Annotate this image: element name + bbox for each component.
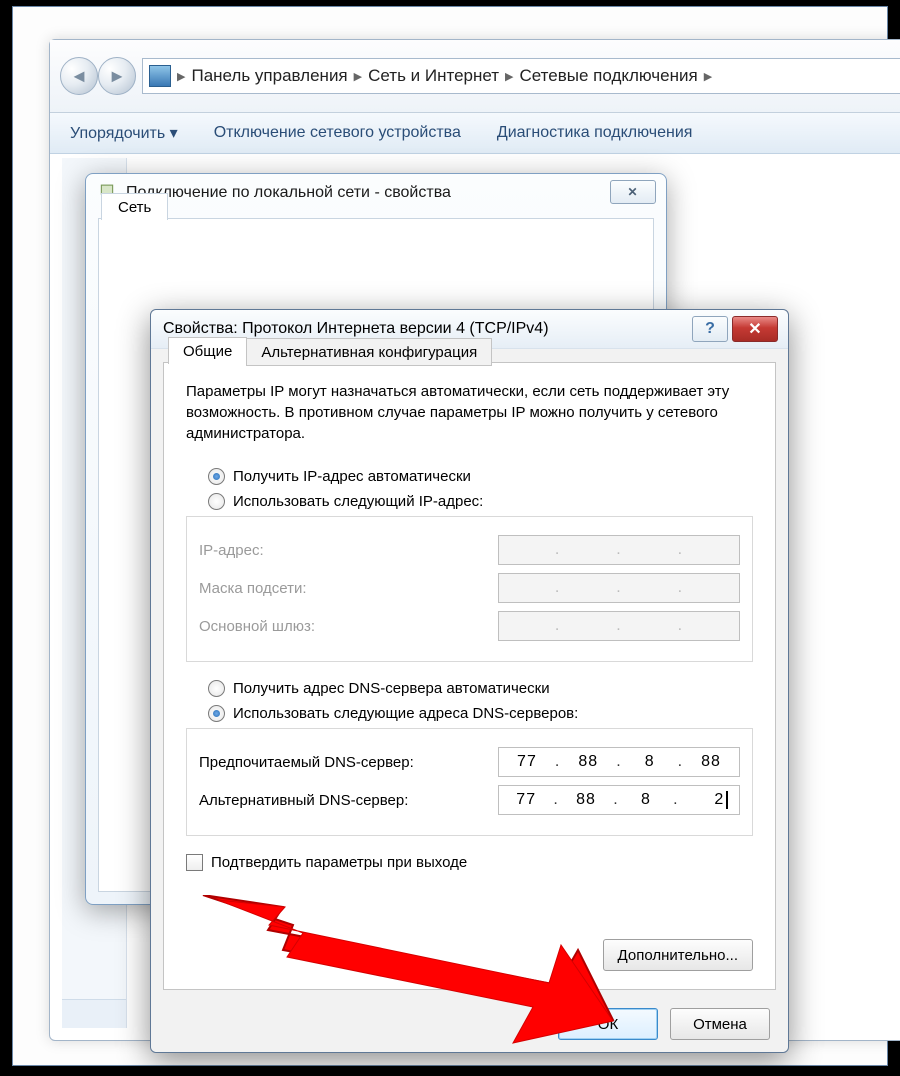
ip-address-input: . . .: [498, 535, 740, 565]
field-label: Основной шлюз:: [199, 618, 498, 635]
chevron-right-icon: ▶: [177, 70, 185, 83]
ipv4-content: Параметры IP могут назначаться автоматич…: [164, 363, 775, 881]
button-label: ОК: [598, 1016, 618, 1033]
preferred-dns-input[interactable]: 77. 88. 8. 88: [498, 747, 740, 777]
field-label: Маска подсети:: [199, 580, 498, 597]
ipv4-title: Свойства: Протокол Интернета версии 4 (T…: [163, 320, 549, 338]
close-button[interactable]: ✕: [732, 316, 778, 342]
checkbox-icon: [186, 854, 203, 871]
field-label: Предпочитаемый DNS-сервер:: [199, 754, 498, 771]
nav-buttons: ◄ ►: [60, 57, 136, 95]
checkbox-label: Подтвердить параметры при выходе: [211, 854, 467, 871]
help-icon: ?: [705, 320, 715, 338]
subnet-mask-input: . . .: [498, 573, 740, 603]
advanced-button[interactable]: Дополнительно...: [603, 939, 753, 971]
chevron-right-icon: ▶: [505, 70, 513, 83]
breadcrumb-bar[interactable]: ▶ Панель управления ▶ Сеть и Интернет ▶ …: [142, 58, 900, 94]
ipv4-footer: ОК Отмена: [151, 996, 788, 1052]
radio-ip-auto[interactable]: Получить IP-адрес автоматически: [208, 468, 753, 485]
checkbox-validate-on-exit[interactable]: Подтвердить параметры при выходе: [186, 854, 753, 871]
dialog-titlebar: Подключение по локальной сети - свойства…: [86, 174, 666, 212]
chevron-right-icon: ▶: [704, 70, 712, 83]
field-alternate-dns: Альтернативный DNS-сервер: 77. 88. 8. 2: [199, 785, 740, 815]
toolbar-diagnose[interactable]: Диагностика подключения: [497, 124, 693, 142]
radio-icon: [208, 468, 225, 485]
field-preferred-dns: Предпочитаемый DNS-сервер: 77. 88. 8. 88: [199, 747, 740, 777]
alternate-dns-input[interactable]: 77. 88. 8. 2: [498, 785, 740, 815]
radio-label: Получить адрес DNS-сервера автоматически: [233, 680, 550, 697]
button-label: Дополнительно...: [618, 947, 738, 964]
ipv4-tab-panel: Общие Альтернативная конфигурация Параме…: [163, 362, 776, 990]
explorer-addressbar: ◄ ► ▶ Панель управления ▶ Сеть и Интерне…: [50, 40, 900, 113]
back-button[interactable]: ◄: [60, 57, 98, 95]
radio-icon: [208, 680, 225, 697]
tab-alternate-config[interactable]: Альтернативная конфигурация: [246, 338, 492, 366]
crumb-control-panel[interactable]: Панель управления: [191, 66, 347, 86]
control-panel-icon: [149, 65, 171, 87]
radio-label: Использовать следующий IP-адрес:: [233, 493, 483, 510]
field-gateway: Основной шлюз: . . .: [199, 611, 740, 641]
forward-button[interactable]: ►: [98, 57, 136, 95]
close-button[interactable]: ✕: [610, 180, 656, 204]
dns-group: Предпочитаемый DNS-сервер: 77. 88. 8. 88…: [186, 728, 753, 836]
crumb-network-internet[interactable]: Сеть и Интернет: [368, 66, 499, 86]
tab-general[interactable]: Общие: [168, 337, 247, 364]
radio-dns-manual[interactable]: Использовать следующие адреса DNS-сервер…: [208, 705, 753, 722]
sidebar-footer: [62, 999, 126, 1028]
close-icon: ✕: [748, 319, 761, 339]
radio-label: Получить IP-адрес автоматически: [233, 468, 471, 485]
toolbar-organize[interactable]: Упорядочить ▾: [70, 123, 178, 143]
explorer-toolbar: Упорядочить ▾ Отключение сетевого устрой…: [50, 113, 900, 154]
field-label: Альтернативный DNS-сервер:: [199, 792, 498, 809]
radio-label: Использовать следующие адреса DNS-сервер…: [233, 705, 578, 722]
field-label: IP-адрес:: [199, 542, 498, 559]
gateway-input: . . .: [498, 611, 740, 641]
cancel-button[interactable]: Отмена: [670, 1008, 770, 1040]
field-ip-address: IP-адрес: . . .: [199, 535, 740, 565]
ipv4-tabs: Общие Альтернативная конфигурация: [168, 337, 491, 365]
radio-icon: [208, 705, 225, 722]
radio-dns-auto[interactable]: Получить адрес DNS-сервера автоматически: [208, 680, 753, 697]
ipv4-description: Параметры IP могут назначаться автоматич…: [186, 381, 753, 444]
radio-icon: [208, 493, 225, 510]
help-button[interactable]: ?: [692, 316, 728, 342]
toolbar-disable-device[interactable]: Отключение сетевого устройства: [214, 124, 461, 142]
dialog-title: Подключение по локальной сети - свойства: [126, 184, 451, 202]
text-caret: [726, 791, 728, 809]
ipv4-properties-dialog: Свойства: Протокол Интернета версии 4 (T…: [150, 309, 789, 1053]
chevron-right-icon: ▶: [354, 70, 362, 83]
radio-ip-manual[interactable]: Использовать следующий IP-адрес:: [208, 493, 753, 510]
desktop-area: ◄ ► ▶ Панель управления ▶ Сеть и Интерне…: [12, 6, 888, 1066]
tab-network[interactable]: Сеть: [101, 193, 168, 220]
field-subnet-mask: Маска подсети: . . .: [199, 573, 740, 603]
ok-button[interactable]: ОК: [558, 1008, 658, 1040]
ip-group: IP-адрес: . . . Маска подсети: . .: [186, 516, 753, 662]
crumb-network-connections[interactable]: Сетевые подключения: [520, 66, 698, 86]
button-label: Отмена: [693, 1016, 747, 1033]
